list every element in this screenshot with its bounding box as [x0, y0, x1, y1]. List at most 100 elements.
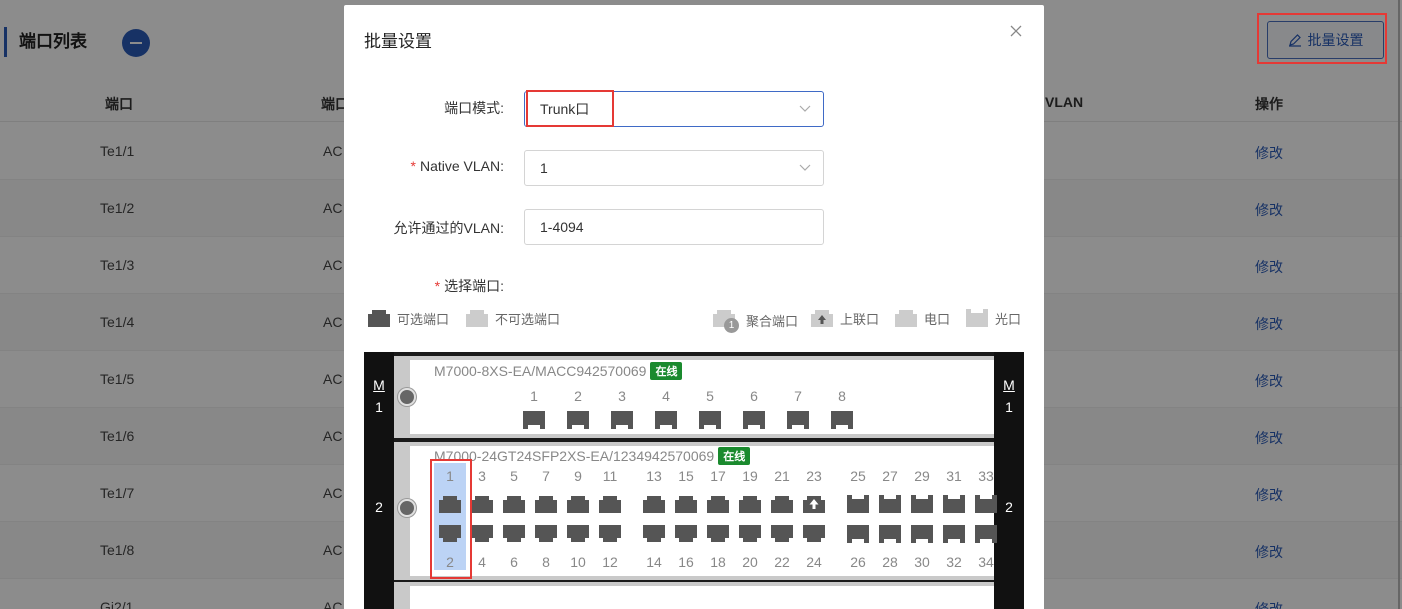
port-1-8[interactable]: [830, 410, 854, 430]
port-mode-label: 端口模式:: [444, 100, 504, 116]
legend-optical: 光口: [965, 308, 1021, 328]
required-mark: *: [410, 158, 416, 174]
port-number: 29: [914, 468, 930, 484]
native-vlan-select[interactable]: 1: [524, 150, 824, 186]
close-button[interactable]: [1008, 23, 1024, 39]
close-icon: [1010, 25, 1022, 37]
port-1-5[interactable]: [698, 410, 722, 430]
port-number: 31: [946, 468, 962, 484]
port-2-1[interactable]: [438, 494, 462, 514]
port-number: 6: [750, 388, 758, 404]
port-1-2[interactable]: [566, 410, 590, 430]
port-2-32[interactable]: [942, 524, 966, 544]
port-2-21[interactable]: [770, 494, 794, 514]
port-number: 7: [542, 468, 550, 484]
port-number: 19: [742, 468, 758, 484]
port-number: 3: [618, 388, 626, 404]
port-1-6[interactable]: [742, 410, 766, 430]
port-2-13[interactable]: [642, 494, 666, 514]
port-2-7[interactable]: [534, 494, 558, 514]
port-2-4[interactable]: [470, 524, 494, 544]
port-number: 14: [646, 554, 662, 570]
port-2-10[interactable]: [566, 524, 590, 544]
port-2-23[interactable]: [802, 494, 826, 514]
port-2-26[interactable]: [846, 524, 870, 544]
dialog-title: 批量设置: [364, 32, 432, 51]
port-2-6[interactable]: [502, 524, 526, 544]
port-2-14[interactable]: [642, 524, 666, 544]
port-number: 4: [478, 554, 486, 570]
slot-1-knob: [398, 388, 416, 406]
port-number: 26: [850, 554, 866, 570]
port-number: 16: [678, 554, 694, 570]
port-2-3[interactable]: [470, 494, 494, 514]
port-2-20[interactable]: [738, 524, 762, 544]
port-2-5[interactable]: [502, 494, 526, 514]
legend-uplink: 上联口: [810, 308, 879, 328]
chevron-down-icon: [799, 164, 811, 171]
optical-port-icon: [966, 309, 988, 327]
device-1-name: M7000-8XS-EA/MACC942570069 在线: [434, 362, 683, 380]
select-port-label: * 选择端口:: [434, 278, 504, 294]
port-number: 28: [882, 554, 898, 570]
aggregate-port-icon: 1: [712, 308, 740, 333]
port-number: 9: [574, 468, 582, 484]
port-2-34[interactable]: [974, 524, 998, 544]
port-number: 5: [706, 388, 714, 404]
legend-unselectable: 不可选端口: [465, 308, 560, 328]
batch-settings-dialog: 批量设置 端口模式: Trunk口 * Native VLAN: 1 允许通过的V…: [344, 5, 1044, 609]
required-mark: *: [434, 278, 441, 294]
port-number: 32: [946, 554, 962, 570]
port-2-8[interactable]: [534, 524, 558, 544]
port-2-31[interactable]: [942, 494, 966, 514]
port-number: 17: [710, 468, 726, 484]
native-vlan-label: * Native VLAN:: [410, 158, 505, 174]
port-2-12[interactable]: [598, 524, 622, 544]
allowed-vlan-label: 允许通过的VLAN:: [393, 220, 504, 236]
port-2-25[interactable]: [846, 494, 870, 514]
port-2-17[interactable]: [706, 494, 730, 514]
port-number: 27: [882, 468, 898, 484]
port-2-29[interactable]: [910, 494, 934, 514]
port-1-7[interactable]: [786, 410, 810, 430]
port-2-15[interactable]: [674, 494, 698, 514]
port-number: 10: [570, 554, 586, 570]
device-2-card: [410, 446, 994, 576]
left-rail: M 1 2: [364, 352, 394, 609]
device-2-name: M7000-24GT24SFP2XS-EA/1234942570069 在线: [434, 447, 751, 465]
port-2-9[interactable]: [566, 494, 590, 514]
port-number: 24: [806, 554, 822, 570]
port-number: 1: [446, 468, 454, 484]
native-vlan-value: 1: [540, 160, 548, 176]
port-number: 7: [794, 388, 802, 404]
legend-electric: 电口: [894, 308, 950, 328]
port-mode-select[interactable]: Trunk口: [524, 91, 824, 127]
port-2-11[interactable]: [598, 494, 622, 514]
uplink-port-icon: [811, 310, 833, 327]
port-number: 18: [710, 554, 726, 570]
device-1-status-badge: 在线: [650, 362, 683, 380]
port-2-19[interactable]: [738, 494, 762, 514]
selectable-port-icon: [368, 310, 390, 327]
legend-selectable: 可选端口: [367, 308, 449, 328]
port-number: 34: [978, 554, 994, 570]
port-number: 21: [774, 468, 790, 484]
device-3-card: [410, 586, 994, 609]
port-number: 8: [542, 554, 550, 570]
port-2-24[interactable]: [802, 524, 826, 544]
port-2-30[interactable]: [910, 524, 934, 544]
port-2-16[interactable]: [674, 524, 698, 544]
port-number: 22: [774, 554, 790, 570]
device-panel: M 1 2 M 1 2 M7000-8XS-EA/MACC942570069 在线…: [364, 352, 1024, 609]
port-2-33[interactable]: [974, 494, 998, 514]
device-2-status-badge: 在线: [718, 447, 751, 465]
port-1-3[interactable]: [610, 410, 634, 430]
port-2-22[interactable]: [770, 524, 794, 544]
port-2-28[interactable]: [878, 524, 902, 544]
port-1-4[interactable]: [654, 410, 678, 430]
port-2-27[interactable]: [878, 494, 902, 514]
port-1-1[interactable]: [522, 410, 546, 430]
port-2-2[interactable]: [438, 524, 462, 544]
allowed-vlan-input[interactable]: 1-4094: [524, 209, 824, 245]
port-2-18[interactable]: [706, 524, 730, 544]
